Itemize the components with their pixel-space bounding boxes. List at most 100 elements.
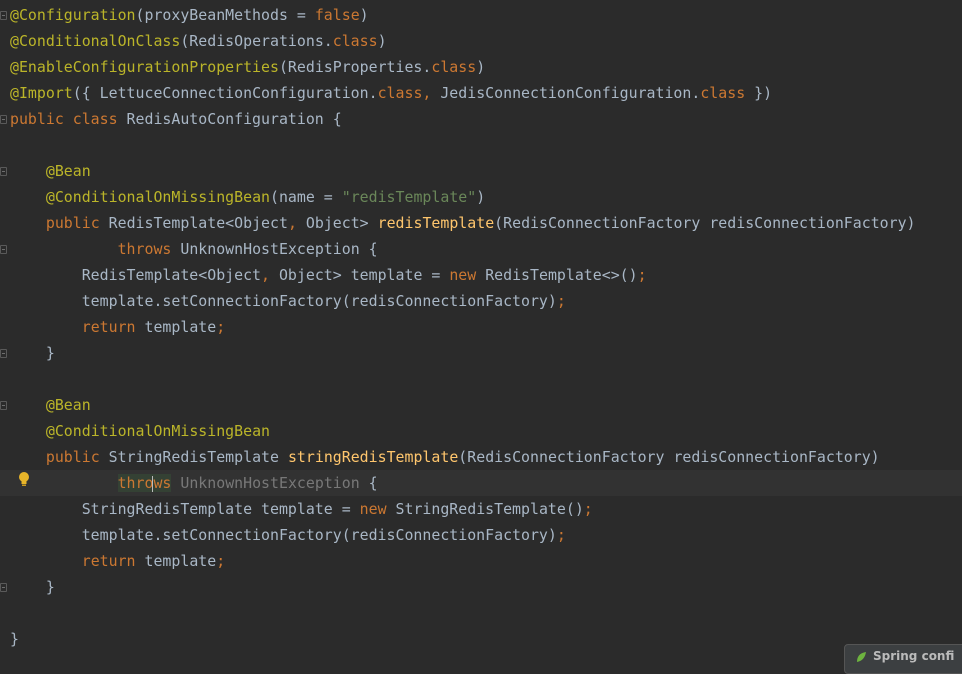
code-token: ) [359, 6, 369, 24]
code-token: public class [10, 110, 127, 128]
code-token: false [314, 6, 360, 24]
code-token: , [261, 266, 279, 284]
code-token: (RedisConnectionFactory redisConnectionF… [458, 448, 880, 466]
code-line[interactable]: @Bean [10, 392, 91, 418]
editor-gutter[interactable] [0, 0, 10, 662]
fold-marker-icon[interactable] [0, 245, 7, 254]
code-line[interactable]: } [10, 574, 55, 600]
code-token: }) [745, 84, 773, 102]
code-line[interactable]: @Configuration(proxyBeanMethods = false) [10, 2, 369, 28]
code-line[interactable]: @ConditionalOnMissingBean(name = "redisT… [10, 184, 485, 210]
code-token: } [10, 578, 55, 596]
code-token: ) [476, 58, 486, 76]
code-line[interactable]: return template; [10, 548, 225, 574]
code-token: stringRedisTemplate [287, 448, 459, 466]
code-token: , [422, 84, 441, 102]
code-line[interactable]: template.setConnectionFactory(redisConne… [10, 522, 566, 548]
code-line[interactable]: public class RedisAutoConfiguration { [10, 106, 342, 132]
code-line[interactable]: @Bean [10, 158, 91, 184]
fold-marker-icon[interactable] [0, 401, 7, 410]
code-token: (RedisOperations. [180, 32, 333, 50]
code-line[interactable]: @Import({ LettuceConnectionConfiguration… [10, 80, 772, 106]
code-token: ; [556, 292, 566, 310]
fold-marker-icon[interactable] [0, 167, 7, 176]
code-line[interactable]: @EnableConfigurationProperties(RedisProp… [10, 54, 485, 80]
code-line[interactable]: throws UnknownHostException { [10, 236, 378, 262]
code-token: ({ LettuceConnectionConfiguration. [72, 84, 378, 102]
code-token: (RedisConnectionFactory redisConnectionF… [494, 214, 916, 232]
code-token: @Bean [45, 162, 91, 180]
code-token: ) [377, 32, 387, 50]
code-line[interactable]: public RedisTemplate<Object, Object> red… [10, 210, 916, 236]
fold-marker-icon[interactable] [0, 583, 7, 592]
code-token: (proxyBeanMethods = [135, 6, 315, 24]
code-token: StringRedisTemplate() [395, 500, 584, 518]
code-token: , [287, 214, 306, 232]
code-token: RedisTemplate<Object [108, 214, 288, 232]
popup-label: Spring confi [873, 649, 955, 663]
code-token: Object> [305, 214, 378, 232]
code-line[interactable]: @ConditionalOnClass(RedisOperations.clas… [10, 28, 387, 54]
code-line[interactable]: public StringRedisTemplate stringRedisTe… [10, 444, 880, 470]
code-editor[interactable]: @Configuration(proxyBeanMethods = false)… [0, 0, 962, 662]
code-token: template.setConnectionFactory(redisConne… [10, 526, 557, 544]
code-token: Object> template = [278, 266, 450, 284]
code-token: class [700, 84, 746, 102]
code-line[interactable]: template.setConnectionFactory(redisConne… [10, 288, 566, 314]
code-token: @Bean [45, 396, 91, 414]
code-token: class [332, 32, 378, 50]
code-token: RedisTemplate<Object [10, 266, 262, 284]
code-token: @EnableConfigurationProperties [10, 58, 279, 76]
spring-leaf-icon [857, 651, 866, 662]
code-token: ; [637, 266, 647, 284]
code-line[interactable]: throws UnknownHostException { [0, 470, 962, 496]
code-line[interactable]: } [10, 626, 19, 652]
code-token: UnknownHostException [180, 474, 360, 492]
code-token: @ConditionalOnClass [10, 32, 181, 50]
code-token: @Configuration [10, 6, 136, 24]
code-token: StringRedisTemplate template = [10, 500, 360, 518]
code-token: @ConditionalOnMissingBean [45, 188, 270, 206]
code-line[interactable]: return template; [10, 314, 225, 340]
code-token: @Import [10, 84, 73, 102]
code-line[interactable]: RedisTemplate<Object, Object> template =… [10, 262, 647, 288]
code-token: @ConditionalOnMissingBean [45, 422, 270, 440]
code-token: throws [117, 240, 181, 258]
code-token: return [81, 318, 145, 336]
spring-configuration-popup[interactable]: Spring confi [844, 644, 962, 674]
code-token: StringRedisTemplate [108, 448, 288, 466]
code-token: new [359, 500, 396, 518]
code-token: { [359, 474, 378, 492]
code-token: UnknownHostException { [180, 240, 378, 258]
code-token: (RedisProperties. [278, 58, 432, 76]
code-token: "redisTemplate" [341, 188, 477, 206]
code-token: new [449, 266, 486, 284]
code-token: public [45, 214, 109, 232]
code-token: class [377, 84, 423, 102]
fold-marker-icon[interactable] [0, 11, 7, 20]
code-token: public [45, 448, 109, 466]
code-token: } [10, 630, 19, 648]
code-token: ) [476, 188, 486, 206]
code-token: ; [583, 500, 593, 518]
code-token: ws [153, 474, 172, 492]
code-token: ; [216, 552, 226, 570]
fold-marker-icon[interactable] [0, 349, 7, 358]
code-token: } [10, 344, 55, 362]
code-token: (name = [270, 188, 342, 206]
code-token: class [431, 58, 477, 76]
code-token: template [144, 552, 217, 570]
code-token: ; [556, 526, 566, 544]
code-token: thro [117, 474, 154, 492]
fold-marker-icon[interactable] [0, 115, 7, 124]
lightbulb-icon[interactable] [17, 471, 31, 487]
code-line[interactable]: StringRedisTemplate template = new Strin… [10, 496, 593, 522]
code-line[interactable]: @ConditionalOnMissingBean [10, 418, 270, 444]
code-line[interactable]: } [10, 340, 55, 366]
